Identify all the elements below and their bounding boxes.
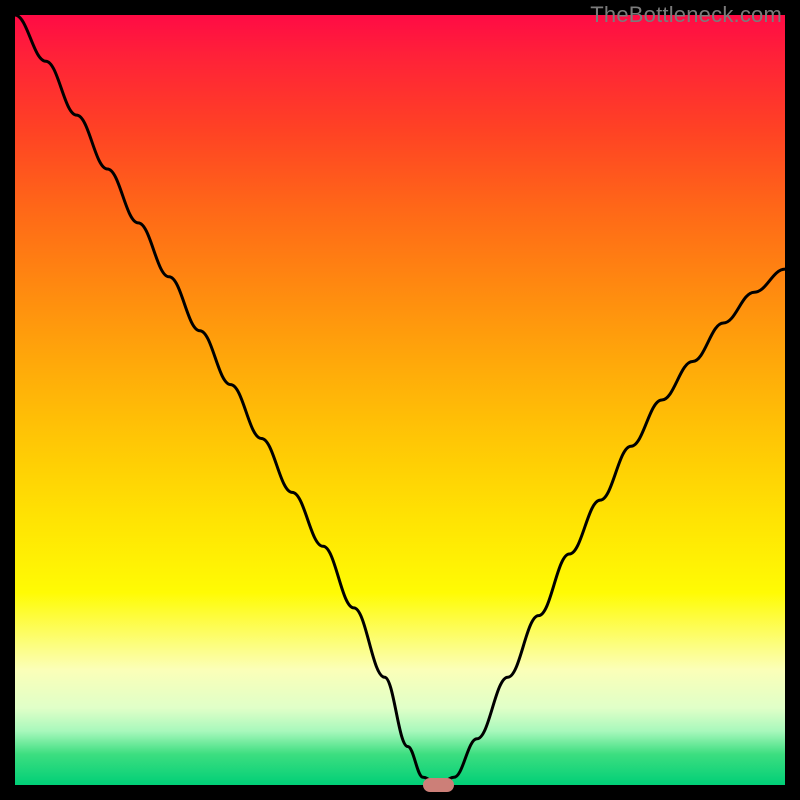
optimal-point-marker — [423, 778, 454, 792]
bottleneck-curve — [15, 15, 785, 785]
chart-frame: TheBottleneck.com — [0, 0, 800, 800]
plot-area — [15, 15, 785, 785]
watermark-text: TheBottleneck.com — [590, 2, 782, 28]
